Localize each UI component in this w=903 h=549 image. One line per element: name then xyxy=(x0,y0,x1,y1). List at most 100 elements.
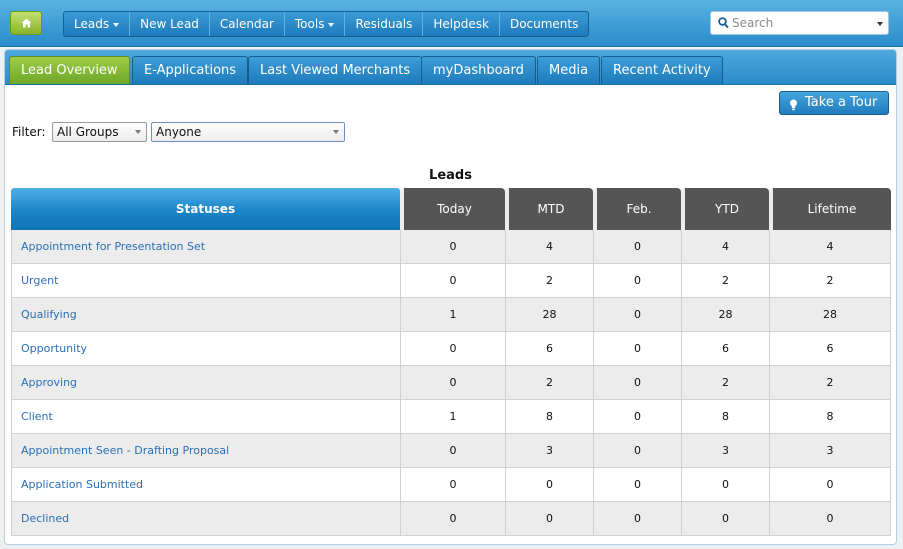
column-header-feb: Feb. xyxy=(593,188,681,230)
status-cell: Urgent xyxy=(11,264,400,298)
count-cell-feb: 0 xyxy=(593,400,681,434)
count-cell-lifetime: 6 xyxy=(769,332,891,366)
nav-item-residuals[interactable]: Residuals xyxy=(344,12,422,36)
tab-mydashboard[interactable]: myDashboard xyxy=(421,56,536,84)
nav-item-label: Documents xyxy=(509,17,579,31)
leads-title: Leads xyxy=(429,168,472,183)
status-cell: Approving xyxy=(11,366,400,400)
count-cell-lifetime: 28 xyxy=(769,298,891,332)
count-cell-feb: 0 xyxy=(593,502,681,536)
table-row: Appointment Seen - Drafting Proposal 0 3 0 3… xyxy=(11,434,891,468)
count-cell-ytd: 3 xyxy=(681,434,769,468)
count-cell-feb: 0 xyxy=(593,264,681,298)
table-row: Opportunity 0 6 0 6 6 xyxy=(11,332,891,366)
count-cell-ytd: 8 xyxy=(681,400,769,434)
count-cell-feb: 0 xyxy=(593,434,681,468)
count-cell-mtd: 0 xyxy=(505,502,593,536)
count-cell-mtd: 3 xyxy=(505,434,593,468)
table-row: Client 1 8 0 8 8 xyxy=(11,400,891,434)
column-header-today: Today xyxy=(400,188,505,230)
status-link-appointment-for-presentation-set[interactable]: Appointment for Presentation Set xyxy=(21,240,205,253)
nav-item-label: Leads xyxy=(74,17,110,31)
nav-item-helpdesk[interactable]: Helpdesk xyxy=(422,12,499,36)
count-cell-lifetime: 8 xyxy=(769,400,891,434)
person-filter-select[interactable]: Anyone xyxy=(151,122,345,142)
count-cell-ytd: 0 xyxy=(681,468,769,502)
chevron-down-icon xyxy=(113,22,120,27)
count-cell-ytd: 4 xyxy=(681,230,769,264)
count-cell-feb: 0 xyxy=(593,366,681,400)
tab-strip: Lead Overview E-Applications Last Viewed M… xyxy=(5,50,896,85)
status-link-qualifying[interactable]: Qualifying xyxy=(21,308,77,321)
nav-item-label: Tools xyxy=(294,17,325,31)
nav-item-label: Residuals xyxy=(355,17,413,31)
table-body: Appointment for Presentation Set 0 4 0 4 4 Urg… xyxy=(11,230,891,536)
status-link-opportunity[interactable]: Opportunity xyxy=(21,342,87,355)
chevron-down-icon xyxy=(135,130,141,134)
status-cell: Appointment for Presentation Set xyxy=(11,230,400,264)
main-menu: Leads New Lead Calendar Tools Residuals Helpd… xyxy=(63,11,590,37)
tab-last-viewed-merchants[interactable]: Last Viewed Merchants xyxy=(248,56,423,84)
tab-media[interactable]: Media xyxy=(537,56,601,84)
home-button[interactable] xyxy=(10,11,42,35)
status-link-client[interactable]: Client xyxy=(21,410,53,423)
search-input[interactable] xyxy=(732,14,872,32)
nav-item-calendar[interactable]: Calendar xyxy=(208,12,284,36)
count-cell-ytd: 2 xyxy=(681,366,769,400)
count-cell-mtd: 6 xyxy=(505,332,593,366)
tab-lead-overview[interactable]: Lead Overview xyxy=(9,56,130,84)
table-row: Approving 0 2 0 2 2 xyxy=(11,366,891,400)
top-navigation-bar: Leads New Lead Calendar Tools Residuals Helpd… xyxy=(0,0,903,47)
count-cell-mtd: 2 xyxy=(505,366,593,400)
count-cell-today: 0 xyxy=(400,434,505,468)
nav-item-label: Calendar xyxy=(219,17,274,31)
count-cell-lifetime: 4 xyxy=(769,230,891,264)
count-cell-today: 0 xyxy=(400,468,505,502)
table-row: Urgent 0 2 0 2 2 xyxy=(11,264,891,298)
count-cell-feb: 0 xyxy=(593,230,681,264)
count-cell-feb: 0 xyxy=(593,298,681,332)
nav-item-documents[interactable]: Documents xyxy=(498,12,588,36)
count-cell-ytd: 6 xyxy=(681,332,769,366)
lightbulb-icon xyxy=(789,97,798,119)
nav-item-label: Helpdesk xyxy=(433,17,489,31)
tab-e-applications[interactable]: E-Applications xyxy=(132,56,249,84)
count-cell-ytd: 2 xyxy=(681,264,769,298)
status-link-application-submitted[interactable]: Application Submitted xyxy=(21,478,143,491)
count-cell-mtd: 28 xyxy=(505,298,593,332)
count-cell-ytd: 0 xyxy=(681,502,769,536)
column-header-statuses: Statuses xyxy=(11,188,400,230)
table-row: Appointment for Presentation Set 0 4 0 4 4 xyxy=(11,230,891,264)
nav-item-new-lead[interactable]: New Lead xyxy=(129,12,209,36)
count-cell-today: 0 xyxy=(400,502,505,536)
nav-item-leads[interactable]: Leads xyxy=(64,12,129,36)
count-cell-mtd: 0 xyxy=(505,468,593,502)
count-cell-mtd: 2 xyxy=(505,264,593,298)
chevron-down-icon[interactable] xyxy=(877,22,883,26)
group-filter-select[interactable]: All Groups xyxy=(52,122,147,142)
search-box[interactable] xyxy=(710,11,889,35)
tab-recent-activity[interactable]: Recent Activity xyxy=(601,56,723,84)
take-a-tour-label: Take a Tour xyxy=(805,95,878,110)
home-icon xyxy=(21,18,32,28)
status-link-approving[interactable]: Approving xyxy=(21,376,77,389)
count-cell-today: 0 xyxy=(400,332,505,366)
status-link-declined[interactable]: Declined xyxy=(21,512,69,525)
count-cell-lifetime: 2 xyxy=(769,264,891,298)
count-cell-today: 0 xyxy=(400,230,505,264)
table-header-row: Statuses Today MTD Feb. YTD Lifetime xyxy=(11,188,891,230)
status-cell: Appointment Seen - Drafting Proposal xyxy=(11,434,400,468)
take-a-tour-button[interactable]: Take a Tour xyxy=(779,91,889,115)
status-link-urgent[interactable]: Urgent xyxy=(21,274,58,287)
search-icon xyxy=(718,17,729,32)
chevron-down-icon xyxy=(333,130,339,134)
count-cell-mtd: 8 xyxy=(505,400,593,434)
status-cell: Declined xyxy=(11,502,400,536)
count-cell-lifetime: 2 xyxy=(769,366,891,400)
table-row: Declined 0 0 0 0 0 xyxy=(11,502,891,536)
person-filter-value: Anyone xyxy=(156,125,202,139)
status-link-appointment-seen-drafting-proposal[interactable]: Appointment Seen - Drafting Proposal xyxy=(21,444,229,457)
nav-item-tools[interactable]: Tools xyxy=(283,12,345,36)
filter-label: Filter: xyxy=(12,125,46,139)
nav-item-label: New Lead xyxy=(140,17,199,31)
